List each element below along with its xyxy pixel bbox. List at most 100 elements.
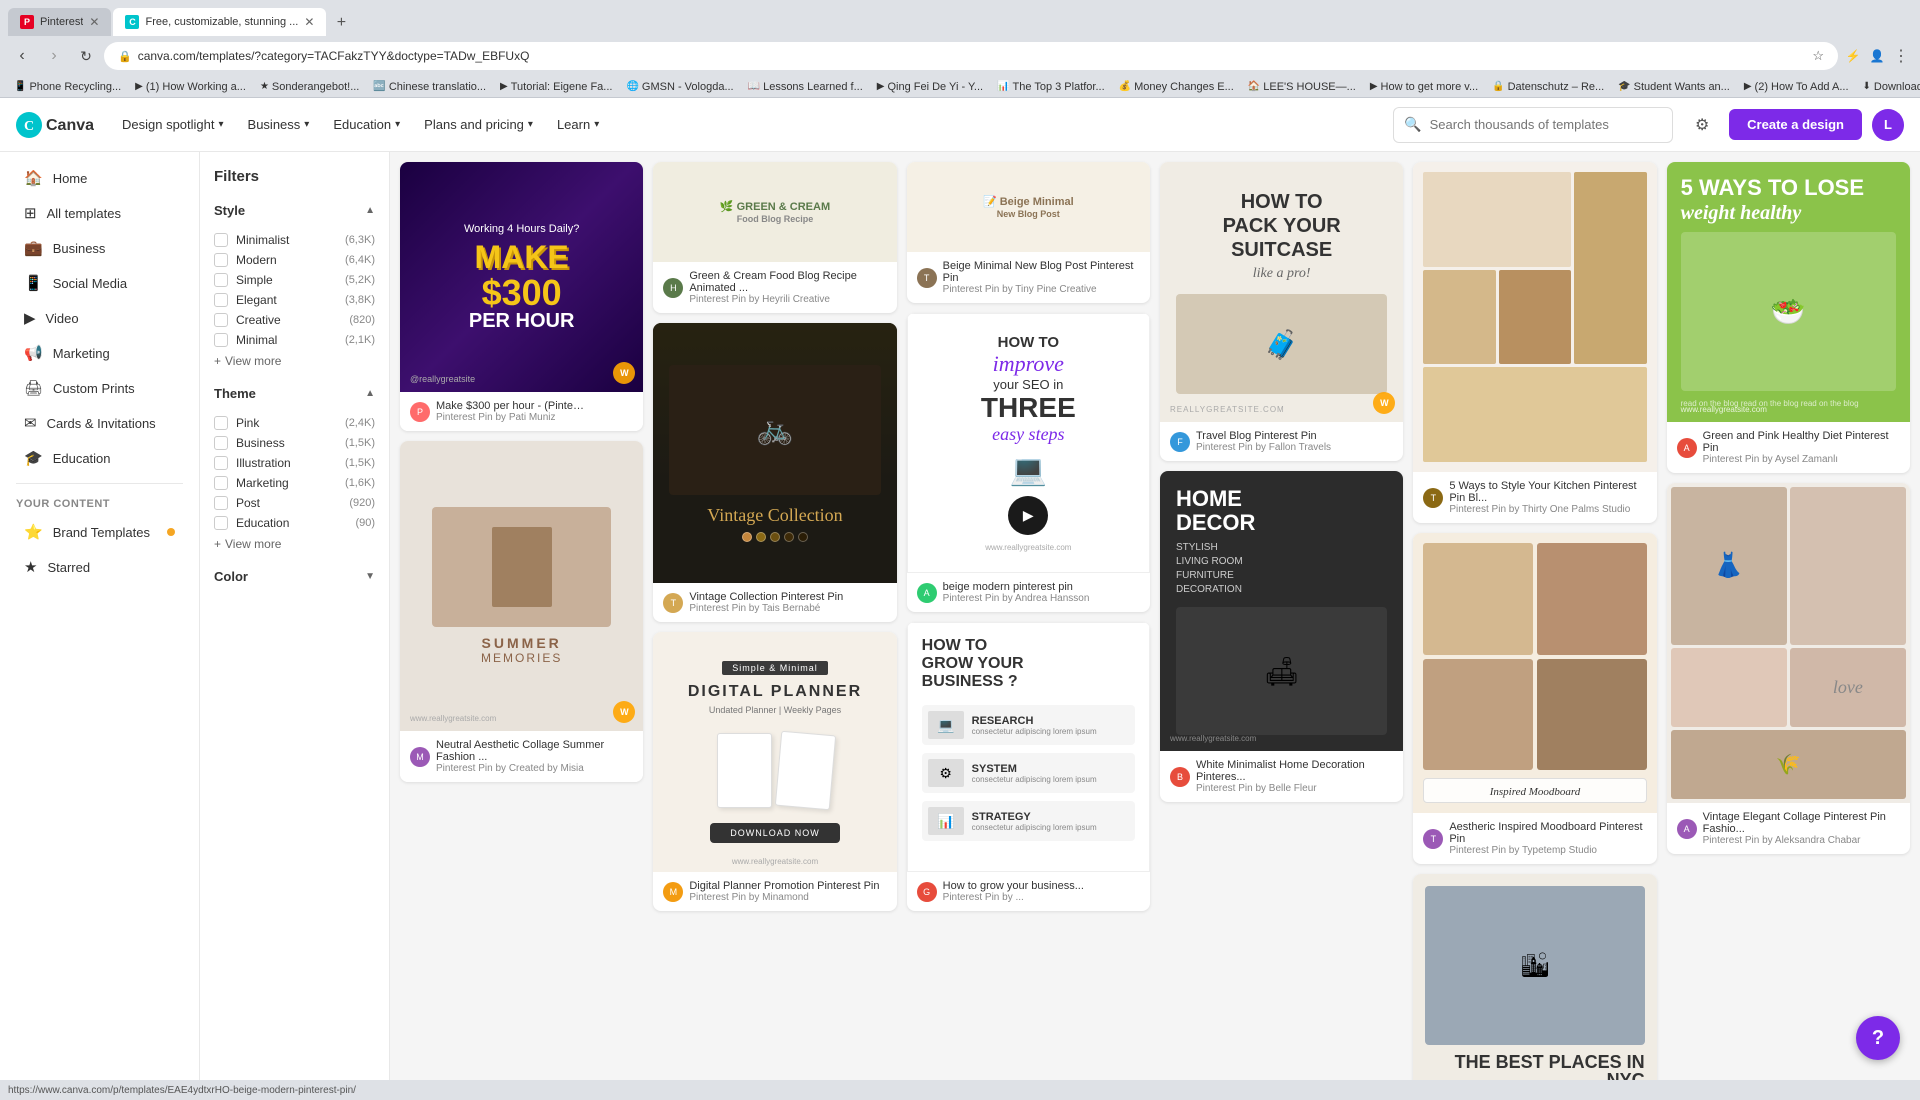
nav-business[interactable]: Business ▾ bbox=[236, 111, 322, 138]
chat-bubble[interactable]: ? bbox=[1856, 1016, 1900, 1060]
filter-minimal[interactable]: Minimal (2,1K) bbox=[214, 330, 375, 350]
user-avatar[interactable]: L bbox=[1872, 109, 1904, 141]
sidebar-item-all-templates[interactable]: ⊞ All templates bbox=[8, 196, 191, 230]
canva-logo[interactable]: C Canva bbox=[16, 112, 94, 138]
nav-education[interactable]: Education ▾ bbox=[321, 111, 412, 138]
template-weight[interactable]: 5 WAYS TO LOSEweight healthy 🥗 read on t… bbox=[1667, 162, 1910, 473]
bookmark-download[interactable]: ⬇ Download – Cooki... bbox=[1857, 80, 1920, 94]
bookmark-add[interactable]: ▶ (2) How To Add A... bbox=[1738, 80, 1855, 94]
minimal-checkbox[interactable] bbox=[214, 333, 228, 347]
create-design-button[interactable]: Create a design bbox=[1729, 109, 1862, 140]
bookmark-daten[interactable]: 🔒 Datenschutz – Re... bbox=[1486, 80, 1610, 94]
filter-pink[interactable]: Pink (2,4K) bbox=[214, 413, 375, 433]
bookmark-working[interactable]: ▶ (1) How Working a... bbox=[129, 80, 252, 94]
template-suitcase[interactable]: HOW TOPACK YOURSUITCASE like a pro! 🧳 RE… bbox=[1160, 162, 1403, 461]
template-grow[interactable]: HOW TOGROW YOURBUSINESS ? 💻 RESEARCHcons… bbox=[907, 622, 1150, 911]
bookmark-tutorial[interactable]: ▶ Tutorial: Eigene Fa... bbox=[494, 80, 618, 94]
style-view-more[interactable]: + View more bbox=[214, 354, 375, 368]
tab-close[interactable]: ✕ bbox=[89, 15, 99, 29]
sidebar-item-video[interactable]: ▶ Video bbox=[8, 301, 191, 335]
filter-education-theme[interactable]: Education (90) bbox=[214, 513, 375, 533]
post-checkbox[interactable] bbox=[214, 496, 228, 510]
template-vintage[interactable]: 🚲 Vintage Collection bbox=[653, 323, 896, 622]
filter-modern[interactable]: Modern (6,4K) bbox=[214, 250, 375, 270]
bookmark-money[interactable]: 💰 Money Changes E... bbox=[1113, 80, 1240, 94]
address-bar[interactable]: 🔒 canva.com/templates/?category=TACFakzT… bbox=[104, 42, 1838, 70]
simple-checkbox[interactable] bbox=[214, 273, 228, 287]
sidebar-item-cards-invitations[interactable]: ✉ Cards & Invitations bbox=[8, 406, 191, 440]
sidebar-item-brand-templates[interactable]: ⭐ Brand Templates bbox=[8, 515, 191, 549]
star-bookmark-icon[interactable]: ☆ bbox=[1812, 48, 1824, 64]
sidebar-item-education[interactable]: 🎓 Education bbox=[8, 441, 191, 475]
creative-checkbox[interactable] bbox=[214, 313, 228, 327]
template-beige-blog[interactable]: 📝 Beige MinimalNew Blog Post T Beige Min… bbox=[907, 162, 1150, 303]
template-collage2[interactable]: 👗 love 🌾 A bbox=[1667, 483, 1910, 854]
template-green-cream[interactable]: 🌿 GREEN & CREAMFood Blog Recipe H Green … bbox=[653, 162, 896, 313]
filter-style-header[interactable]: Style ▲ bbox=[214, 199, 375, 222]
bookmark-how[interactable]: ▶ How to get more v... bbox=[1364, 80, 1484, 94]
filter-marketing-theme[interactable]: Marketing (1,6K) bbox=[214, 473, 375, 493]
sidebar-item-marketing[interactable]: 📢 Marketing bbox=[8, 336, 191, 370]
pink-checkbox[interactable] bbox=[214, 416, 228, 430]
template-moodboard[interactable]: Inspired Moodboard T Aestheric Inspired … bbox=[1413, 533, 1656, 864]
minimalist-checkbox[interactable] bbox=[214, 233, 228, 247]
reload-button[interactable]: ↻ bbox=[72, 42, 100, 70]
make-money-handle: @reallygreatsite bbox=[410, 374, 475, 384]
sidebar-item-custom-prints[interactable]: 🖨 Custom Prints bbox=[8, 371, 191, 405]
illustration-checkbox[interactable] bbox=[214, 456, 228, 470]
extension-btn-1[interactable]: ⚡ bbox=[1842, 45, 1864, 67]
filter-post[interactable]: Post (920) bbox=[214, 493, 375, 513]
planner-download-btn[interactable]: DOWNLOAD NOW bbox=[710, 823, 840, 843]
search-input[interactable] bbox=[1430, 117, 1663, 132]
nav-plans[interactable]: Plans and pricing ▾ bbox=[412, 111, 545, 138]
modern-checkbox[interactable] bbox=[214, 253, 228, 267]
education-theme-checkbox[interactable] bbox=[214, 516, 228, 530]
header-search[interactable]: 🔍 bbox=[1393, 107, 1673, 143]
template-make-money[interactable]: Working 4 Hours Daily? MAKE $300 PER HOU… bbox=[400, 162, 643, 431]
sidebar-item-business[interactable]: 💼 Business bbox=[8, 231, 191, 265]
nav-learn[interactable]: Learn ▾ bbox=[545, 111, 611, 138]
suitcase-sub2: Pinterest Pin by Fallon Travels bbox=[1196, 442, 1331, 453]
bookmark-qing[interactable]: ▶ Qing Fei De Yi - Y... bbox=[871, 80, 989, 94]
nav-design-spotlight[interactable]: Design spotlight ▾ bbox=[110, 111, 236, 138]
template-kitchen[interactable]: T 5 Ways to Style Your Kitchen Pinterest… bbox=[1413, 162, 1656, 523]
template-seo[interactable]: HOW TO improve your SEO in THREE easy st… bbox=[907, 313, 1150, 612]
bookmark-gmsn[interactable]: 🌐 GMSN - Vologda... bbox=[620, 80, 739, 94]
forward-button[interactable]: › bbox=[40, 42, 68, 70]
extension-btn-2[interactable]: 👤 bbox=[1866, 45, 1888, 67]
sidebar-item-starred[interactable]: ★ Starred bbox=[8, 550, 191, 584]
bookmark-sonder[interactable]: ★ Sonderangebot!... bbox=[254, 80, 365, 94]
bookmark-lee[interactable]: 🏠 LEE'S HOUSE—... bbox=[1242, 80, 1362, 94]
filter-theme-header[interactable]: Theme ▲ bbox=[214, 382, 375, 405]
sidebar-item-social-media[interactable]: 📱 Social Media bbox=[8, 266, 191, 300]
filter-business-theme[interactable]: Business (1,5K) bbox=[214, 433, 375, 453]
new-tab-button[interactable]: + bbox=[328, 10, 354, 36]
filter-elegant[interactable]: Elegant (3,8K) bbox=[214, 290, 375, 310]
filter-color-header[interactable]: Color ▼ bbox=[214, 565, 375, 588]
tab-canva[interactable]: C Free, customizable, stunning ... ✕ bbox=[113, 8, 326, 36]
filter-minimalist[interactable]: Minimalist (6,3K) bbox=[214, 230, 375, 250]
seo-sub: Pinterest Pin by Andrea Hansson bbox=[943, 593, 1090, 604]
sidebar-item-home[interactable]: 🏠 Home bbox=[8, 161, 191, 195]
business-theme-checkbox[interactable] bbox=[214, 436, 228, 450]
template-home-decor[interactable]: HOMEDECOR STYLISHLIVING ROOMFURNITUREDEC… bbox=[1160, 471, 1403, 802]
bookmark-lessons[interactable]: 📖 Lessons Learned f... bbox=[742, 80, 869, 94]
back-button[interactable]: ‹ bbox=[8, 42, 36, 70]
template-summer-memories[interactable]: SUMMER MEMORIES www.reallygreatsite.com … bbox=[400, 441, 643, 782]
bookmark-student[interactable]: 🎓 Student Wants an... bbox=[1612, 80, 1736, 94]
tab-pinterest[interactable]: P Pinterest ✕ bbox=[8, 8, 111, 36]
bookmark-phone[interactable]: 📱 Phone Recycling... bbox=[8, 80, 127, 94]
filter-creative[interactable]: Creative (820) bbox=[214, 310, 375, 330]
settings-button[interactable]: ⚙ bbox=[1685, 108, 1719, 142]
menu-button[interactable]: ⋮ bbox=[1890, 45, 1912, 67]
filter-illustration[interactable]: Illustration (1,5K) bbox=[214, 453, 375, 473]
filter-simple[interactable]: Simple (5,2K) bbox=[214, 270, 375, 290]
marketing-theme-checkbox[interactable] bbox=[214, 476, 228, 490]
elegant-checkbox[interactable] bbox=[214, 293, 228, 307]
template-digital-planner[interactable]: Simple & Minimal DIGITAL PLANNER Undated… bbox=[653, 632, 896, 911]
bookmark-chinese[interactable]: 🔤 Chinese translatio... bbox=[367, 80, 492, 94]
template-nyc[interactable]: 🏙 THE BEST PLACES IN NYC WWW.REALLYGREAT… bbox=[1413, 874, 1656, 1080]
bookmark-top3[interactable]: 📊 The Top 3 Platfor... bbox=[991, 80, 1111, 94]
tab-canva-close[interactable]: ✕ bbox=[304, 15, 314, 29]
theme-view-more[interactable]: + View more bbox=[214, 537, 375, 551]
